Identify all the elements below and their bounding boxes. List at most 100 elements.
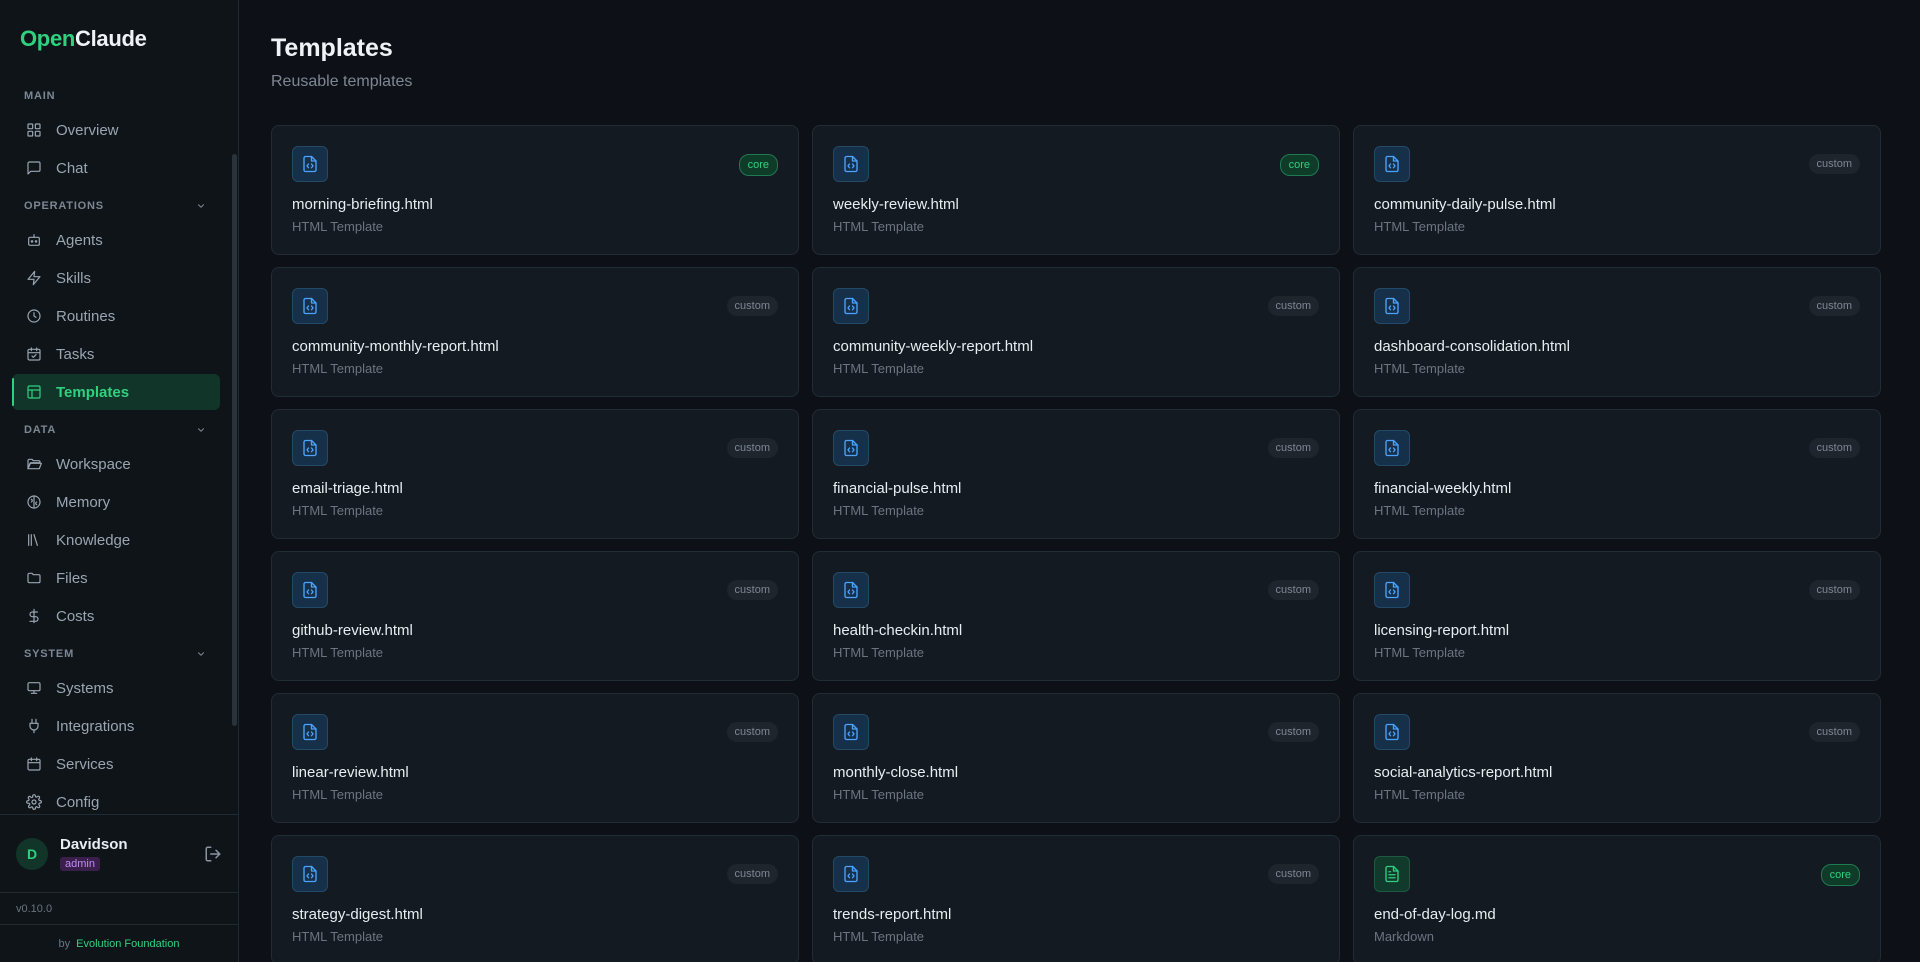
sidebar-item-workspace[interactable]: Workspace: [12, 446, 220, 482]
avatar[interactable]: D: [16, 837, 48, 870]
file-code-icon: [1374, 288, 1410, 324]
chevron-down-icon[interactable]: [196, 201, 206, 211]
file-code-icon: [292, 430, 328, 466]
library-icon: [26, 532, 42, 548]
template-card[interactable]: core weekly-review.html HTML Template: [812, 125, 1340, 255]
template-type: HTML Template: [833, 645, 925, 660]
section-title-data[interactable]: DATA: [0, 420, 238, 440]
sidebar-item-services[interactable]: Services: [12, 746, 220, 782]
template-card[interactable]: core morning-briefing.html HTML Template: [271, 125, 799, 255]
sidebar-item-skills[interactable]: Skills: [12, 260, 220, 296]
sidebar-item-costs[interactable]: Costs: [12, 598, 220, 634]
template-card[interactable]: custom community-daily-pulse.html HTML Tem…: [1353, 125, 1881, 255]
template-card[interactable]: custom dashboard-consolidation.html HTML T…: [1353, 267, 1881, 397]
template-name: trends-report.html: [833, 906, 952, 923]
credits-org-link[interactable]: Evolution Foundation: [76, 938, 179, 950]
template-type: HTML Template: [1374, 645, 1466, 660]
template-card[interactable]: custom community-weekly-report.html HTML T…: [812, 267, 1340, 397]
plug-icon: [26, 718, 42, 734]
sidebar-item-label: Files: [56, 569, 88, 587]
template-badge: core: [1279, 154, 1319, 176]
template-card[interactable]: custom monthly-close.html HTML Template: [812, 693, 1340, 823]
template-card[interactable]: custom financial-weekly.html HTML Template: [1353, 409, 1881, 539]
template-badge: custom: [1267, 580, 1319, 600]
template-name: community-monthly-report.html: [292, 338, 499, 355]
chevron-down-icon[interactable]: [196, 425, 206, 435]
template-card[interactable]: custom strategy-digest.html HTML Template: [271, 835, 799, 962]
section-label: SYSTEM: [24, 648, 75, 660]
sidebar-item-routines[interactable]: Routines: [12, 298, 220, 334]
sidebar-item-integrations[interactable]: Integrations: [12, 708, 220, 744]
template-badge: custom: [726, 438, 778, 458]
sidebar-item-label: Config: [56, 793, 100, 811]
template-type: HTML Template: [292, 503, 384, 518]
file-code-icon: [292, 714, 328, 750]
sidebar-item-label: Skills: [56, 269, 92, 287]
template-type: Markdown: [1374, 929, 1434, 944]
user-panel: D Davidson admin: [0, 814, 238, 892]
sidebar-item-memory[interactable]: Memory: [12, 484, 220, 520]
template-card[interactable]: custom social-analytics-report.html HTML T…: [1353, 693, 1881, 823]
folder-open-icon: [26, 456, 42, 472]
template-name: github-review.html: [292, 622, 413, 639]
chevron-down-icon[interactable]: [196, 649, 206, 659]
template-card[interactable]: core end-of-day-log.md Markdown: [1353, 835, 1881, 962]
template-card[interactable]: custom linear-review.html HTML Template: [271, 693, 799, 823]
sidebar-item-tasks[interactable]: Tasks: [12, 336, 220, 372]
file-code-icon: [833, 856, 869, 892]
logout-icon[interactable]: [204, 845, 222, 863]
template-card[interactable]: custom community-monthly-report.html HTML …: [271, 267, 799, 397]
sidebar-item-files[interactable]: Files: [12, 560, 220, 596]
template-type: HTML Template: [833, 503, 925, 518]
template-name: monthly-close.html: [833, 764, 959, 781]
template-type: HTML Template: [292, 219, 384, 234]
template-card[interactable]: custom financial-pulse.html HTML Template: [812, 409, 1340, 539]
gear-icon: [26, 794, 42, 810]
template-card[interactable]: custom licensing-report.html HTML Template: [1353, 551, 1881, 681]
template-badge: custom: [726, 864, 778, 884]
sidebar-item-label: Workspace: [56, 455, 131, 473]
file-code-icon: [833, 288, 869, 324]
app-version: v0.10.0: [0, 892, 238, 924]
file-code-icon: [292, 146, 328, 182]
template-card[interactable]: custom trends-report.html HTML Template: [812, 835, 1340, 962]
sidebar-item-agents[interactable]: Agents: [12, 222, 220, 258]
section-label: MAIN: [24, 90, 56, 102]
file-code-icon: [833, 714, 869, 750]
page-title: Templates: [271, 34, 393, 62]
chat-icon: [26, 160, 42, 176]
template-card[interactable]: custom email-triage.html HTML Template: [271, 409, 799, 539]
user-info: Davidson admin: [60, 836, 204, 872]
template-badge: custom: [1808, 438, 1860, 458]
template-type: HTML Template: [292, 361, 384, 376]
sidebar-item-systems[interactable]: Systems: [12, 670, 220, 706]
section-label: OPERATIONS: [24, 200, 104, 212]
section-title-system[interactable]: SYSTEM: [0, 644, 238, 664]
template-type: HTML Template: [1374, 503, 1466, 518]
sidebar-item-templates[interactable]: Templates: [12, 374, 220, 410]
template-name: community-weekly-report.html: [833, 338, 1034, 355]
template-type: HTML Template: [833, 929, 925, 944]
section-title-operations[interactable]: OPERATIONS: [0, 196, 238, 216]
sidebar-scrollbar[interactable]: [232, 154, 237, 726]
template-badge: custom: [1267, 438, 1319, 458]
template-card[interactable]: custom health-checkin.html HTML Template: [812, 551, 1340, 681]
grid-icon: [26, 122, 42, 138]
file-code-icon: [292, 572, 328, 608]
bot-icon: [26, 232, 42, 248]
sidebar-item-chat[interactable]: Chat: [12, 150, 220, 186]
template-type: HTML Template: [833, 787, 925, 802]
brand-claude: Claude: [75, 26, 147, 51]
template-card[interactable]: custom github-review.html HTML Template: [271, 551, 799, 681]
sidebar: OpenClaude MAIN Overview Chat OPERATIONS Age…: [0, 0, 239, 962]
file-code-icon: [292, 288, 328, 324]
sidebar-item-config[interactable]: Config: [12, 784, 220, 814]
sidebar-item-overview[interactable]: Overview: [12, 112, 220, 148]
template-badge: custom: [726, 296, 778, 316]
page-subtitle: Reusable templates: [271, 73, 413, 90]
sidebar-item-label: Chat: [56, 159, 88, 177]
template-type: HTML Template: [1374, 361, 1466, 376]
sidebar-item-knowledge[interactable]: Knowledge: [12, 522, 220, 558]
template-badge: custom: [1808, 580, 1860, 600]
brand-logo[interactable]: OpenClaude: [0, 0, 238, 78]
